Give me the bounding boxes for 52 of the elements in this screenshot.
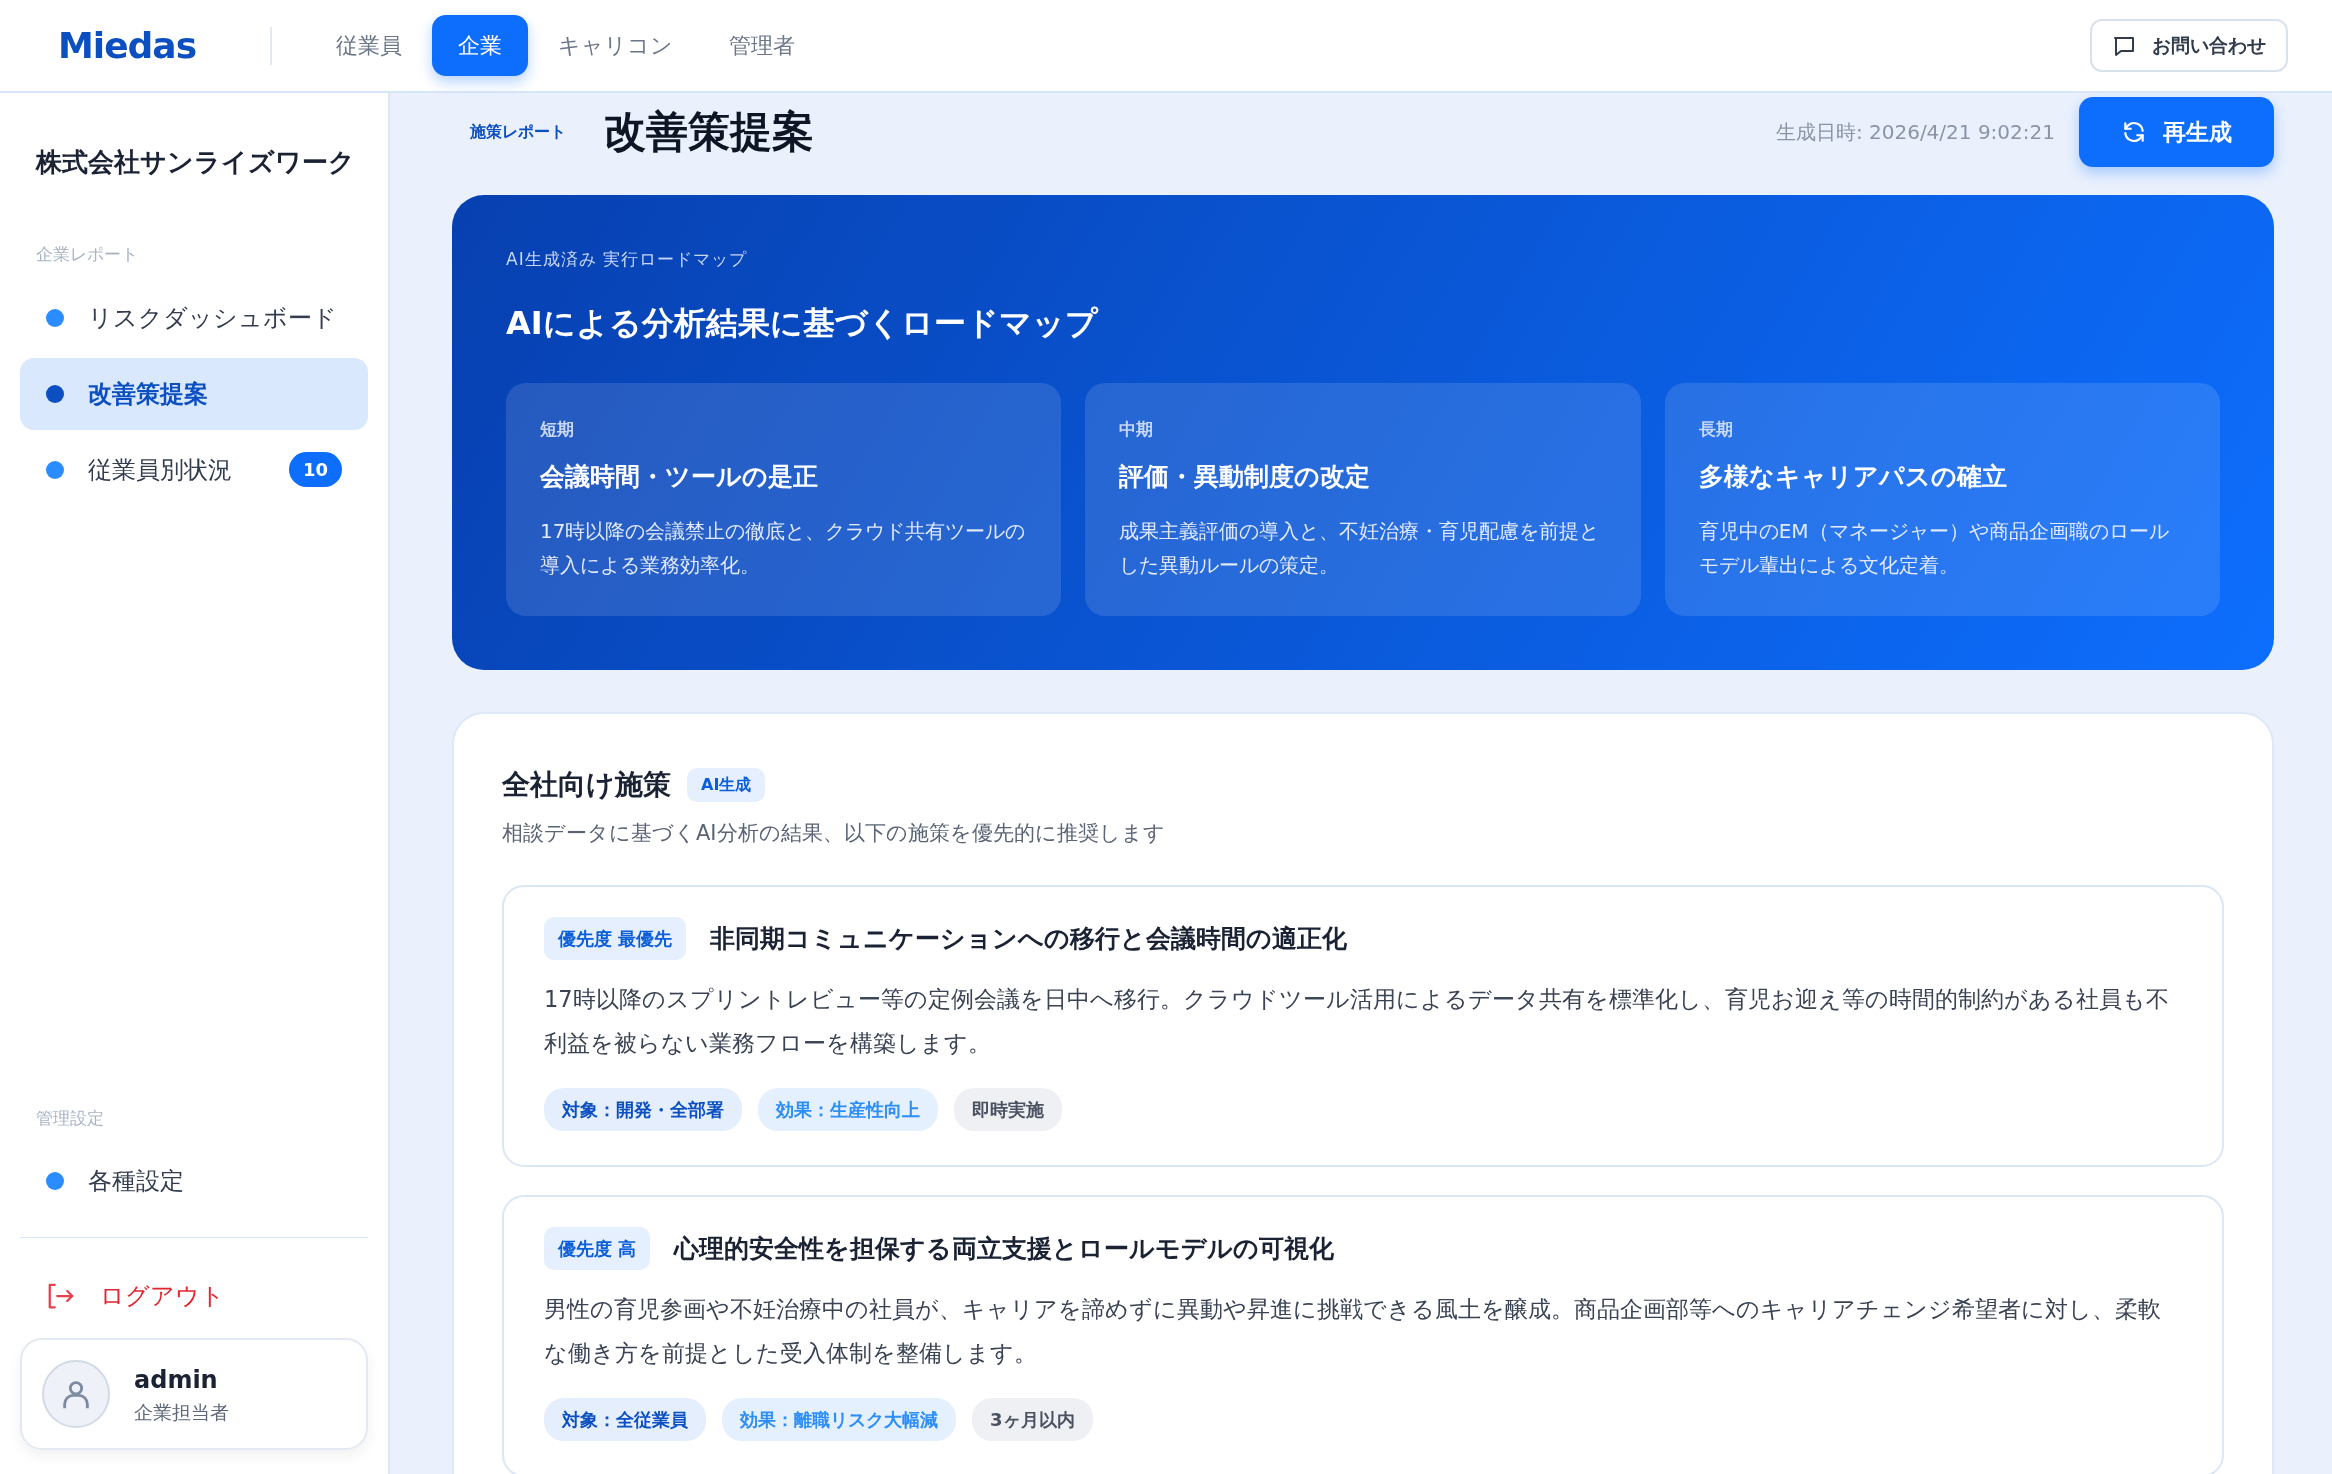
phase-text: 17時以降の会議禁止の徹底と、クラウド共有ツールの導入による業務効率化。 — [540, 517, 1027, 579]
section-title: 全社向け施策 — [502, 766, 671, 803]
phase-term: 短期 — [540, 417, 575, 441]
count-badge: 10 — [288, 452, 342, 488]
tag: 3ヶ月以内 — [972, 1397, 1093, 1441]
bullet-icon — [46, 460, 64, 479]
section-subtitle: 相談データに基づくAI分析の結果、以下の施策を優先的に推奨します — [502, 819, 1166, 847]
bullet-icon — [46, 308, 64, 327]
page-title: 改善策提案 — [604, 107, 814, 158]
tag: 効果：離職リスク大幅減 — [722, 1397, 956, 1441]
measure-text: 17時以降のスプリントレビュー等の定例会議を日中へ移行。クラウドツール活用によるデータ共有を標準化し、育児お迎え等の時間的制約がある社員も不利益を被らない業務フローを構築します。 — [544, 985, 2170, 1059]
measure-text: 男性の育児参画や不妊治療中の社員が、キャリアを諦めずに異動や昇進に挑戦できる風土を醸成。商品企画部等へのキャリアチェンジ希望者に対し、柔軟な働き方を前提とした受入体制を整備します。 — [544, 1294, 2162, 1368]
section-label: 管理設定 — [35, 1106, 105, 1130]
regenerate-button[interactable]: 再生成 — [2079, 96, 2274, 168]
logo: Miedas — [58, 23, 197, 68]
sidebar-item[interactable]: 改善策提案 — [20, 357, 368, 430]
bullet-icon — [46, 1172, 64, 1190]
tag: 即時実施 — [954, 1087, 1062, 1131]
report-tag: 施策レポート — [470, 120, 566, 145]
logout-icon — [46, 1281, 76, 1311]
bullet-icon — [46, 384, 64, 403]
priority-badge: 優先度 最優先 — [544, 917, 687, 961]
company-name: 株式会社サンライズワーク — [34, 146, 356, 180]
measure-title: 非同期コミュニケーションへの移行と会議時間の適正化 — [710, 922, 1348, 955]
contact-button[interactable]: お問い合わせ — [2090, 19, 2288, 72]
nav-tab[interactable]: 管理者 — [703, 15, 822, 77]
phase-term: 中期 — [1119, 417, 1155, 441]
nav-tab[interactable]: キャリコン — [532, 15, 700, 77]
banner-eyebrow: AI生成済み 実行ロードマップ — [506, 248, 749, 272]
phase-text: 成果主義評価の導入と、不妊治療・育児配慮を前提とした異動ルールの策定。 — [1119, 517, 1601, 579]
nav-tab[interactable]: 企業 — [432, 15, 529, 77]
tag: 対象：全従業員 — [544, 1397, 706, 1441]
user-name: admin — [134, 1364, 219, 1396]
user-role: 企業担当者 — [134, 1399, 229, 1425]
section-label: 企業レポート — [35, 243, 139, 267]
nav-tab[interactable]: 従業員 — [310, 15, 429, 77]
phase-text: 育児中のEM（マネージャー）や商品企画職のロールモデル輩出による文化定着。 — [1698, 517, 2170, 579]
sidebar-item[interactable]: 従業員別状況 10 — [20, 433, 368, 506]
sidebar-item[interactable]: 各種設定 — [20, 1145, 368, 1217]
phase-title: 会議時間・ツールの是正 — [540, 461, 819, 494]
banner-title: AIによる分析結果に基づくロードマップ — [506, 302, 1100, 344]
ai-badge: AI生成 — [687, 767, 766, 802]
sidebar-item[interactable]: リスクダッシュボード — [20, 281, 368, 354]
measure-title: 心理的安全性を担保する両立支援とロールモデルの可視化 — [674, 1232, 1335, 1265]
logout-button[interactable]: ログアウト — [20, 1278, 368, 1314]
phase-title: 評価・異動制度の改定 — [1119, 461, 1372, 494]
tag: 効果：生産性向上 — [758, 1087, 938, 1131]
generated-time: 生成日時: 2026/4/21 9:02:21 — [1775, 119, 2055, 147]
phase-title: 多様なキャリアパスの確立 — [1698, 461, 2008, 494]
phase-term: 長期 — [1698, 417, 1734, 441]
tag: 対象：開発・全部署 — [544, 1087, 742, 1131]
priority-badge: 優先度 高 — [544, 1226, 651, 1270]
